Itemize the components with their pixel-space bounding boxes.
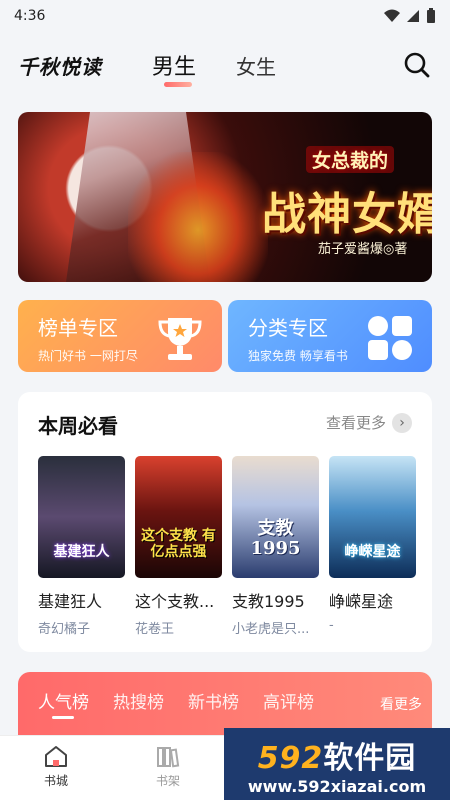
nav-bookstore[interactable]: 书城 [0,736,112,800]
banner-author: 茄子爱酱爆◎著 [318,242,408,257]
book-item[interactable]: 这个支教 有亿点点强 这个支教... 花卷王 [135,456,222,637]
view-more-link[interactable]: 查看更多 › [326,412,412,433]
app-logo: 千秋悦读 [18,54,102,79]
tab-top-rated[interactable]: 高评榜 [263,688,314,713]
ranking-tabs: 人气榜 热搜榜 新书榜 高评榜 [38,688,314,719]
search-button[interactable] [402,50,432,80]
book-cover-title: 这个支教 有亿点点强 [141,527,216,560]
tab-hot-search[interactable]: 热搜榜 [113,688,164,713]
book-author: 小老虎是只... [232,622,310,637]
home-icon [45,746,67,767]
book-title[interactable]: 峥嵘星途 [329,588,416,612]
wifi-icon [384,9,400,22]
book-title[interactable]: 这个支教... [135,588,222,612]
book-author: 奇幻橘子 [38,622,91,637]
book-cover-title: 支教 1995 [250,517,301,560]
book-cover[interactable]: 支教 1995 [232,456,319,578]
top-header: 千秋悦读 男生 女生 [0,38,450,92]
book-cover[interactable]: 这个支教 有亿点点强 [135,456,222,578]
watermark-url: www.592xiazai.com [247,776,427,796]
book-item[interactable]: 峥嵘星途 峥嵘星途 - [329,456,416,637]
watermark-brand-number: 592 [257,740,324,776]
tab-new-books[interactable]: 新书榜 [188,688,239,713]
category-zone-card[interactable]: 分类专区 独家免费 畅享看书 [228,300,432,372]
nav-bookstore-label: 书城 [43,774,68,788]
book-title[interactable]: 支教1995 [232,588,319,612]
nav-bookshelf[interactable]: 书架 [112,736,224,800]
search-icon [404,52,430,78]
status-time: 4:36 [14,8,46,24]
battery-icon [427,8,435,23]
status-icons [384,8,436,24]
ranking-zone-card[interactable]: 榜单专区 热门好书 一网打尽 [18,300,222,372]
book-author: - [329,618,334,633]
banner-fire-art [128,152,268,282]
book-item[interactable]: 基建狂人 基建狂人 奇幻橘子 [38,456,125,637]
book-list: 基建狂人 基建狂人 奇幻橘子 这个支教 有亿点点强 这个支教... 花卷王 支教… [38,456,416,637]
banner-subtitle: 女总裁的 [306,146,395,173]
nav-bookshelf-label: 书架 [155,774,180,788]
book-cover[interactable]: 基建狂人 [38,456,125,578]
book-item[interactable]: 支教 1995 支教1995 小老虎是只... [232,456,319,637]
watermark-brand: 592软件园 [258,733,417,777]
promo-banner[interactable]: 女总裁的 战神女婿 茄子爱酱爆◎著 [18,112,432,282]
book-cover[interactable]: 峥嵘星途 [329,456,416,578]
book-cover-title: 峥嵘星途 [344,543,401,560]
weekly-title: 本周必看 [38,414,118,438]
signal-icon [407,10,419,22]
banner-title: 战神女婿 [262,189,432,240]
book-author: 花卷王 [135,622,175,637]
trophy-icon [158,318,202,360]
ranking-more-link[interactable]: 看更多 [380,694,422,714]
view-more-label: 查看更多 [325,414,386,432]
tab-male[interactable]: 男生 [152,49,196,87]
book-cover-title: 基建狂人 [53,543,110,560]
chevron-right-icon: › [392,412,412,433]
weekly-section: 本周必看 查看更多 › 基建狂人 基建狂人 奇幻橘子 这个支教 有亿点点强 这个… [18,392,432,652]
site-watermark: 592软件园 www.592xiazai.com [224,728,450,800]
status-bar: 4:36 [0,0,450,32]
watermark-brand-text: 软件园 [323,740,417,776]
tab-female[interactable]: 女生 [236,51,276,80]
category-grid-icon [368,316,412,360]
tab-popular[interactable]: 人气榜 [38,688,89,719]
bookshelf-icon [157,747,180,768]
book-title[interactable]: 基建狂人 [38,588,125,612]
